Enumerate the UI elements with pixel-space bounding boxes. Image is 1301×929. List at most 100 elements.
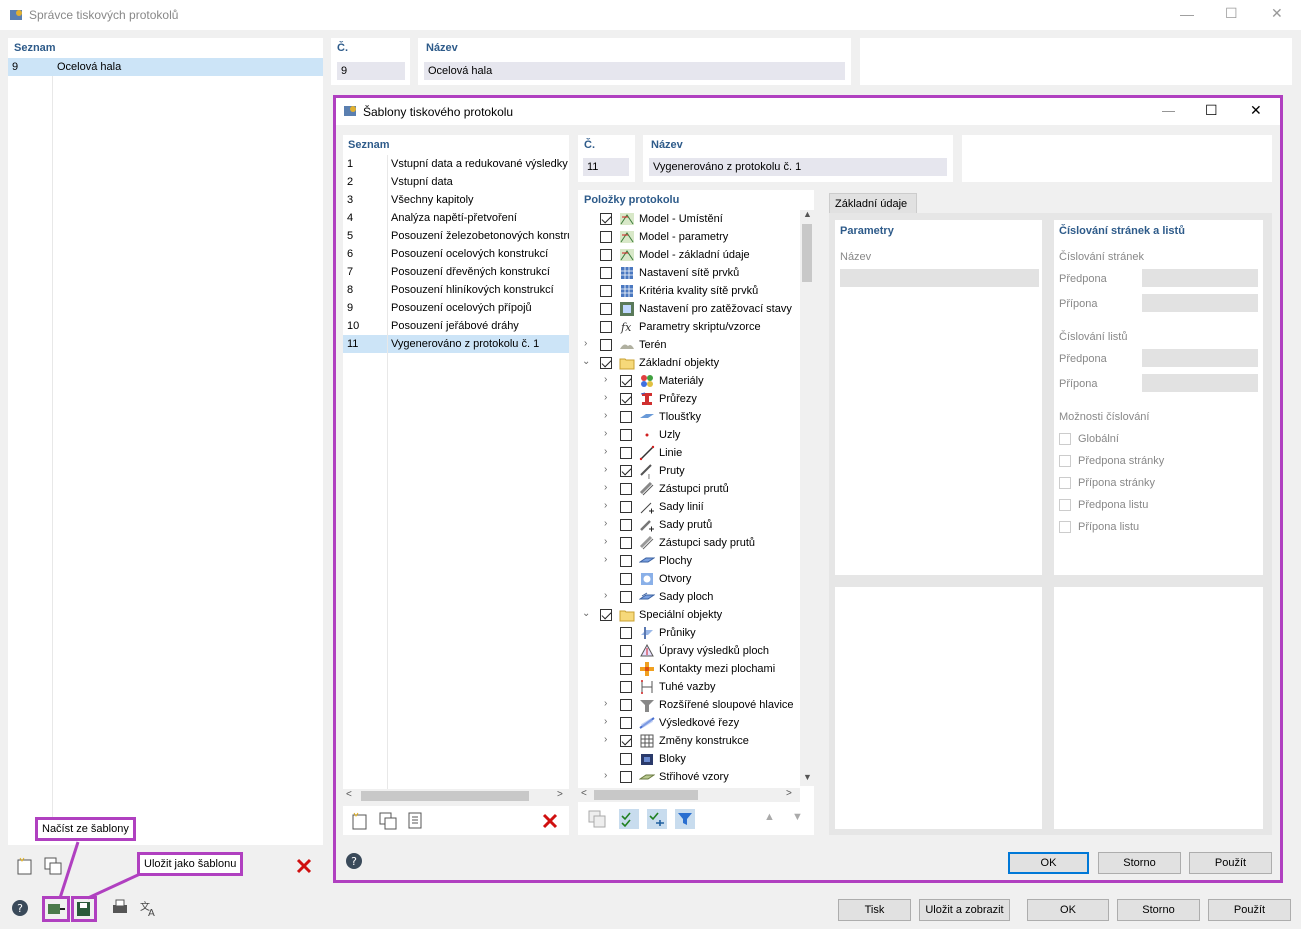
expand-arrow-icon[interactable]: › bbox=[604, 410, 607, 421]
item-checkbox[interactable] bbox=[620, 429, 632, 441]
tree-item[interactable]: › Plochy bbox=[578, 552, 798, 570]
tree-item[interactable]: Otvory bbox=[578, 570, 798, 588]
item-checkbox[interactable] bbox=[620, 663, 632, 675]
template-list-item[interactable]: 3 Všechny kapitoly bbox=[343, 191, 569, 209]
sheet-suffix-field[interactable] bbox=[1142, 374, 1258, 392]
tree-item[interactable]: Úpravy výsledků ploch bbox=[578, 642, 798, 660]
item-checkbox[interactable] bbox=[600, 249, 612, 261]
sheet-prefix-field[interactable] bbox=[1142, 349, 1258, 367]
tree-item[interactable]: ⌄ Speciální objekty bbox=[578, 606, 798, 624]
item-checkbox[interactable] bbox=[620, 681, 632, 693]
tab-basic-data[interactable]: Základní údaje bbox=[829, 193, 917, 214]
template-list-item[interactable]: 4 Analýza napětí-přetvoření bbox=[343, 209, 569, 227]
parameters-name-field[interactable] bbox=[840, 269, 1039, 287]
expand-arrow-icon[interactable]: › bbox=[604, 464, 607, 475]
template-list-item[interactable]: 11 Vygenerováno z protokolu č. 1 bbox=[343, 335, 569, 353]
item-checkbox[interactable] bbox=[600, 267, 612, 279]
tree-item[interactable]: Model - základní údaje bbox=[578, 246, 798, 264]
item-checkbox[interactable] bbox=[620, 645, 632, 657]
tree-item[interactable]: Kontakty mezi plochami bbox=[578, 660, 798, 678]
maximize-button[interactable]: ☐ bbox=[1225, 5, 1238, 22]
report-items-vscrollbar[interactable]: ▲ ▼ bbox=[800, 209, 814, 786]
translate-icon[interactable]: 文A bbox=[138, 898, 158, 921]
tree-item[interactable]: › Materiály bbox=[578, 372, 798, 390]
tree-item[interactable]: Tuhé vazby bbox=[578, 678, 798, 696]
tree-item[interactable]: › Uzly bbox=[578, 426, 798, 444]
template-list-item[interactable]: 1 Vstupní data a redukované výsledky bbox=[343, 155, 569, 173]
load-from-template-button[interactable] bbox=[42, 896, 70, 922]
template-list-item[interactable]: 8 Posouzení hliníkových konstrukcí bbox=[343, 281, 569, 299]
item-checkbox[interactable] bbox=[600, 609, 612, 621]
expand-arrow-icon[interactable]: › bbox=[604, 500, 607, 511]
toggle-check-icon[interactable] bbox=[646, 808, 668, 830]
check-all-icon[interactable] bbox=[618, 808, 640, 830]
item-checkbox[interactable] bbox=[600, 321, 612, 333]
item-checkbox[interactable] bbox=[620, 501, 632, 513]
outer-apply-button[interactable]: Použít bbox=[1208, 899, 1291, 921]
template-list-item[interactable]: 2 Vstupní data bbox=[343, 173, 569, 191]
page-prefix-field[interactable] bbox=[1142, 269, 1258, 287]
item-checkbox[interactable] bbox=[620, 519, 632, 531]
item-checkbox[interactable] bbox=[620, 591, 632, 603]
item-checkbox[interactable] bbox=[620, 555, 632, 567]
expand-arrow-icon[interactable]: › bbox=[604, 392, 607, 403]
tree-item[interactable]: ⌄ Základní objekty bbox=[578, 354, 798, 372]
tree-item[interactable]: Nastavení sítě prvků bbox=[578, 264, 798, 282]
item-checkbox[interactable] bbox=[600, 339, 612, 351]
template-number-field[interactable]: 11 bbox=[583, 158, 629, 176]
expand-arrow-icon[interactable]: › bbox=[604, 590, 607, 601]
item-checkbox[interactable] bbox=[620, 771, 632, 783]
expand-arrow-icon[interactable]: › bbox=[604, 770, 607, 781]
template-name-field[interactable]: Vygenerováno z protokolu č. 1 bbox=[649, 158, 947, 176]
template-list-item[interactable]: 5 Posouzení železobetonových konstrukcí bbox=[343, 227, 569, 245]
tree-item[interactable]: fx Parametry skriptu/vzorce bbox=[578, 318, 798, 336]
outer-number-field[interactable]: 9 bbox=[337, 62, 405, 80]
item-checkbox[interactable] bbox=[600, 357, 612, 369]
dialog-apply-button[interactable]: Použít bbox=[1189, 852, 1272, 874]
save-as-template-button[interactable] bbox=[71, 896, 97, 922]
expand-arrow-icon[interactable]: › bbox=[604, 716, 607, 727]
help-icon[interactable]: ? bbox=[10, 898, 30, 921]
report-items-hscrollbar[interactable]: < > bbox=[578, 788, 800, 802]
tree-item[interactable]: Bloky bbox=[578, 750, 798, 768]
tree-item[interactable]: › Sady linií bbox=[578, 498, 798, 516]
tree-item[interactable]: › Výsledkové řezy bbox=[578, 714, 798, 732]
item-checkbox[interactable] bbox=[620, 537, 632, 549]
template-list-item[interactable]: 10 Posouzení jeřábové dráhy bbox=[343, 317, 569, 335]
template-list-item[interactable]: 9 Posouzení ocelových přípojů bbox=[343, 299, 569, 317]
collapse-arrow-icon[interactable]: ⌄ bbox=[582, 356, 590, 367]
move-down-icon[interactable]: ▼ bbox=[792, 811, 803, 823]
tree-item[interactable]: Model - parametry bbox=[578, 228, 798, 246]
dialog-help-icon[interactable]: ? bbox=[344, 851, 364, 874]
expand-arrow-icon[interactable]: › bbox=[604, 446, 607, 457]
item-checkbox[interactable] bbox=[620, 447, 632, 459]
tree-item[interactable]: Kritéria kvality sítě prvků bbox=[578, 282, 798, 300]
item-checkbox[interactable] bbox=[620, 753, 632, 765]
item-checkbox[interactable] bbox=[620, 465, 632, 477]
dialog-minimize-button[interactable]: — bbox=[1162, 103, 1175, 118]
copy-template-icon[interactable] bbox=[377, 810, 399, 832]
new-template-icon[interactable] bbox=[349, 810, 371, 832]
item-checkbox[interactable] bbox=[620, 699, 632, 711]
expand-arrow-icon[interactable]: › bbox=[604, 482, 607, 493]
expand-arrow-icon[interactable]: › bbox=[584, 338, 587, 349]
tree-item[interactable]: › Průřezy bbox=[578, 390, 798, 408]
page-suffix-field[interactable] bbox=[1142, 294, 1258, 312]
item-checkbox[interactable] bbox=[620, 573, 632, 585]
item-checkbox[interactable] bbox=[620, 717, 632, 729]
item-checkbox[interactable] bbox=[620, 411, 632, 423]
tree-item[interactable]: › Terén bbox=[578, 336, 798, 354]
template-list-hscrollbar[interactable]: < > bbox=[343, 789, 569, 803]
template-list-item[interactable]: 6 Posouzení ocelových konstrukcí bbox=[343, 245, 569, 263]
outer-cancel-button[interactable]: Storno bbox=[1117, 899, 1200, 921]
copy-items-icon[interactable] bbox=[586, 808, 608, 830]
expand-arrow-icon[interactable]: › bbox=[604, 554, 607, 565]
print-icon[interactable] bbox=[110, 898, 130, 921]
tree-item[interactable]: Průniky bbox=[578, 624, 798, 642]
filter-icon[interactable] bbox=[674, 808, 696, 830]
collapse-arrow-icon[interactable]: ⌄ bbox=[582, 608, 590, 619]
save-and-show-button[interactable]: Uložit a zobrazit bbox=[919, 899, 1010, 921]
tree-item[interactable]: › I Pruty bbox=[578, 462, 798, 481]
template-properties-icon[interactable] bbox=[405, 810, 427, 832]
move-up-icon[interactable]: ▲ bbox=[764, 811, 775, 823]
